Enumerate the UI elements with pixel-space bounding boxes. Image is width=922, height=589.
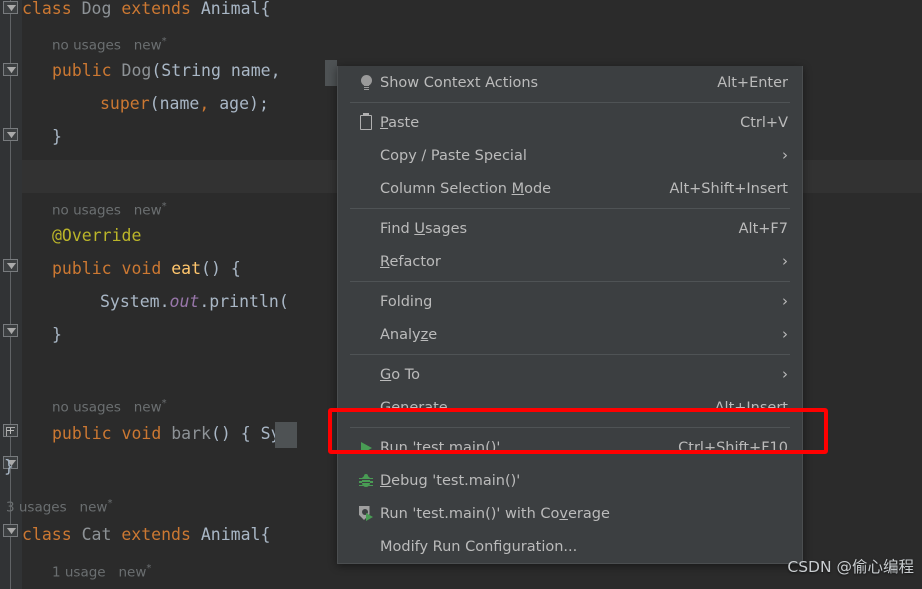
chevron-right-icon: › — [782, 365, 788, 383]
menu-item-debug-test-main[interactable]: Debug 'test.main()' — [338, 464, 802, 497]
menu-item-label: Find Usages — [380, 220, 468, 237]
menu-item-folding[interactable]: Folding › — [338, 285, 802, 318]
usage-hint[interactable]: 1 usage new* — [52, 557, 151, 581]
menu-item-label: Modify Run Configuration... — [380, 538, 578, 555]
lightbulb-icon — [352, 75, 380, 90]
menu-item-label: Generate... — [380, 399, 462, 416]
code-line: } — [52, 325, 62, 344]
usage-hint[interactable]: 3 usages new* — [6, 492, 112, 516]
menu-separator — [350, 354, 790, 355]
menu-item-go-to[interactable]: Go To › — [338, 358, 802, 391]
menu-item-label: Run 'test.main()' with Coverage — [380, 505, 610, 522]
menu-item-label: Go To — [380, 366, 420, 383]
chevron-right-icon: › — [782, 292, 788, 310]
menu-item-label: Analyze — [380, 326, 438, 343]
code-line: public void eat() { — [52, 259, 241, 278]
menu-item-shortcut: Alt+Enter — [717, 74, 788, 91]
text-selection-highlight — [275, 422, 297, 448]
menu-item-label: Show Context Actions — [380, 74, 539, 91]
code-line: class Dog extends Animal{ — [22, 0, 271, 18]
debug-bug-icon — [352, 473, 380, 488]
menu-item-show-context-actions[interactable]: Show Context Actions Alt+Enter — [338, 66, 802, 99]
code-line: @Override — [52, 226, 142, 245]
chevron-right-icon: › — [782, 146, 788, 164]
watermark-text: CSDN @偷心编程 — [787, 558, 914, 576]
menu-item-shortcut: Alt+F7 — [738, 220, 788, 237]
code-line: } — [4, 457, 14, 476]
text-selection-highlight — [325, 60, 337, 86]
code-line: System.out.println( — [100, 292, 289, 311]
menu-item-label: Folding — [380, 293, 433, 310]
code-line: class Cat extends Animal{ — [22, 525, 271, 544]
code-line: public void bark() { Sy — [52, 424, 281, 443]
menu-item-column-selection-mode[interactable]: Column Selection Mode Alt+Shift+Insert — [338, 172, 802, 205]
menu-item-refactor[interactable]: Refactor › — [338, 245, 802, 278]
usage-hint[interactable]: no usages new* — [52, 195, 167, 219]
menu-item-label: Column Selection Mode — [380, 180, 552, 197]
menu-item-shortcut: Alt+Insert — [714, 399, 788, 416]
menu-item-shortcut: Ctrl+Shift+F10 — [678, 439, 788, 456]
code-line: public Dog(String name, — [52, 61, 281, 80]
menu-item-run-test-main[interactable]: Run 'test.main()' Ctrl+Shift+F10 — [338, 431, 802, 464]
menu-separator — [350, 102, 790, 103]
menu-item-label: Paste — [380, 114, 420, 131]
menu-separator — [350, 281, 790, 282]
menu-item-copy-paste-special[interactable]: Copy / Paste Special › — [338, 139, 802, 172]
menu-item-run-with-coverage[interactable]: Run 'test.main()' with Coverage — [338, 497, 802, 530]
chevron-right-icon: › — [782, 325, 788, 343]
menu-item-label: Refactor — [380, 253, 441, 270]
menu-item-label: Run 'test.main()' — [380, 439, 501, 456]
code-line: super(name, age); — [100, 94, 269, 113]
editor-context-menu[interactable]: Show Context Actions Alt+Enter Paste Ctr… — [337, 66, 803, 564]
menu-item-label: Debug 'test.main()' — [380, 472, 521, 489]
menu-item-modify-run-configuration[interactable]: Modify Run Configuration... — [338, 530, 802, 563]
menu-item-generate[interactable]: Generate... Alt+Insert — [338, 391, 802, 424]
menu-item-shortcut: Alt+Shift+Insert — [669, 180, 788, 197]
coverage-icon — [352, 506, 380, 521]
menu-separator — [350, 427, 790, 428]
menu-item-label: Copy / Paste Special — [380, 147, 527, 164]
code-line: } — [52, 127, 62, 146]
usage-hint[interactable]: no usages new* — [52, 392, 167, 416]
menu-item-analyze[interactable]: Analyze › — [338, 318, 802, 351]
chevron-right-icon: › — [782, 252, 788, 270]
usage-hint[interactable]: no usages new* — [52, 30, 167, 54]
ide-screenshot: class Dog extends Animal{ no usages new*… — [0, 0, 922, 589]
run-play-icon — [352, 441, 380, 454]
clipboard-icon — [352, 113, 380, 130]
menu-separator — [350, 208, 790, 209]
menu-item-shortcut: Ctrl+V — [740, 114, 788, 131]
menu-item-find-usages[interactable]: Find Usages Alt+F7 — [338, 212, 802, 245]
menu-item-paste[interactable]: Paste Ctrl+V — [338, 106, 802, 139]
